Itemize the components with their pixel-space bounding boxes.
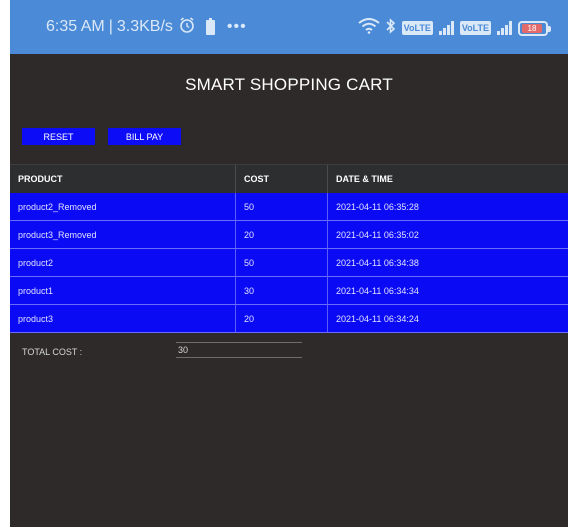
status-bar: 6:35 AM | 3.3KB/s ••• VoLTE VoLTE 18 [10,0,568,54]
alarm-icon [178,16,196,39]
wifi-icon [358,17,380,39]
page-title: SMART SHOPPING CART [185,75,393,94]
cell-datetime: 2021-04-11 06:34:34 [336,285,419,296]
status-time: 6:35 AM [46,18,105,35]
cell-product: product3 [10,305,236,332]
bill-pay-button[interactable]: BILL PAY [108,128,181,145]
header-datetime: DATE & TIME [336,174,393,184]
network-speed: 3.3KB/s [116,18,173,35]
battery-saver-icon [205,17,215,35]
cell-cost: 50 [236,249,328,276]
table-row[interactable]: product2_Removed 50 2021-04-11 06:35:28 [10,193,568,221]
status-left: 6:35 AM | 3.3KB/s ••• [46,16,247,38]
cell-cost: 20 [236,221,328,248]
status-separator: | [108,18,113,35]
cell-datetime: 2021-04-11 06:35:28 [336,201,419,212]
header-product: PRODUCT [10,165,236,193]
total-cost-label: TOTAL COST : [22,347,83,357]
total-cost-field[interactable] [176,342,302,358]
sim2-volte-badge: VoLTE [459,21,491,35]
cell-product: product3_Removed [10,221,236,248]
cell-cost: 30 [236,277,328,304]
battery-level: 18 [522,23,542,33]
cell-datetime: 2021-04-11 06:35:02 [336,229,419,240]
table-row[interactable]: product1 30 2021-04-11 06:34:34 [10,277,568,305]
cell-cost: 20 [236,305,328,332]
cell-product: product2_Removed [10,193,236,220]
signal-icon [438,21,454,35]
table-row[interactable]: product3 20 2021-04-11 06:34:24 [10,305,568,333]
reset-button[interactable]: RESET [22,128,95,145]
bluetooth-icon [386,17,396,39]
cart-table: PRODUCT COST DATE & TIME product2_Remove… [10,164,568,333]
cell-product: product2 [10,249,236,276]
battery-icon: 18 [518,20,551,36]
table-header: PRODUCT COST DATE & TIME [10,164,568,193]
header-cost: COST [236,165,328,193]
sim1-volte-badge: VoLTE [401,21,433,35]
cell-datetime: 2021-04-11 06:34:24 [336,313,419,324]
cell-product: product1 [10,277,236,304]
app-screen: 6:35 AM | 3.3KB/s ••• VoLTE VoLTE 18 SMA… [10,0,568,527]
status-right: VoLTE VoLTE 18 [358,17,551,39]
table-row[interactable]: product2 50 2021-04-11 06:34:38 [10,249,568,277]
signal-icon-2 [497,21,512,35]
more-notifications-icon: ••• [226,18,247,35]
cell-cost: 50 [236,193,328,220]
table-row[interactable]: product3_Removed 20 2021-04-11 06:35:02 [10,221,568,249]
cell-datetime: 2021-04-11 06:34:38 [336,257,419,268]
